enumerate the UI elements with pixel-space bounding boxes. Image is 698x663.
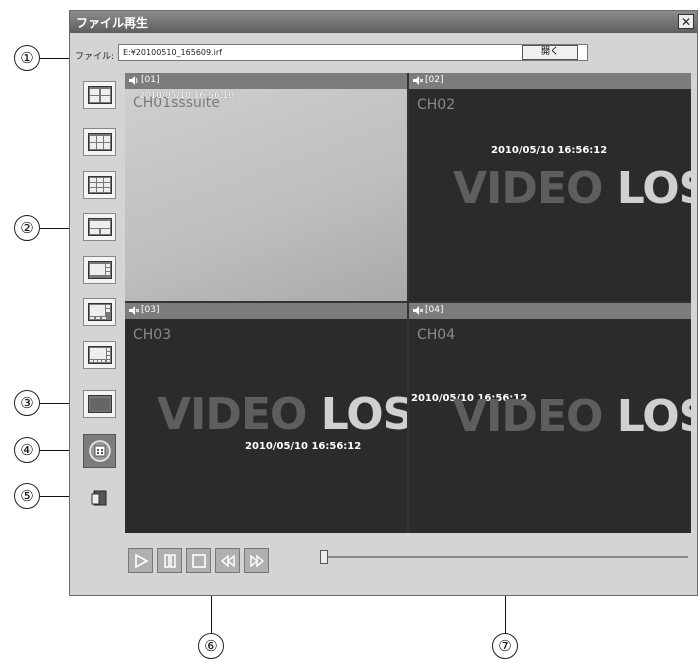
play-button[interactable] — [128, 548, 153, 573]
layout-4-icon — [87, 86, 112, 104]
layout-9-split-button[interactable] — [83, 171, 116, 199]
muted-speaker-icon[interactable] — [412, 75, 424, 89]
camera-feed-2: CH02 2010/05/10 16:56:12 VIDEO LOSS — [409, 89, 691, 301]
panel-number: [04] — [425, 305, 444, 315]
panel-number: [02] — [425, 75, 444, 85]
layout-large-8-button[interactable] — [83, 341, 116, 369]
layout-large-6-icon — [87, 303, 112, 321]
video-panel-4[interactable]: [04] CH04 2010/05/10 16:56:12 VIDEO LOSS — [409, 303, 691, 533]
rewind-icon — [220, 554, 235, 567]
layout-large-8-icon — [87, 346, 112, 364]
fast-forward-button[interactable] — [244, 548, 269, 573]
layout-6-icon — [87, 133, 112, 151]
callout-4: ④ — [14, 437, 40, 463]
panel-header-1: [01] — [125, 73, 407, 89]
file-playback-window: ファイル再生 ✕ ファイル: E:¥20100510_165609.irf 開く — [69, 10, 698, 596]
layout-large-2-button[interactable] — [83, 213, 116, 241]
calendar-icon — [88, 440, 111, 462]
video-panel-3[interactable]: [03] CH03 VIDEO LOSS 2010/05/10 16:56:12 — [125, 303, 407, 533]
panel-header-2: [02] — [409, 73, 691, 89]
video-panel-1[interactable]: [01] CH01sssuite 2010/05/10 16:56:10 — [125, 73, 407, 301]
title-bar: ファイル再生 ✕ — [70, 11, 697, 33]
seek-slider-thumb[interactable] — [320, 550, 328, 564]
stop-icon — [191, 553, 206, 568]
callout-5: ⑤ — [14, 483, 40, 509]
pause-icon — [163, 553, 176, 568]
rewind-button[interactable] — [215, 548, 240, 573]
panel-header-3: [03] — [125, 303, 407, 319]
window-title: ファイル再生 — [76, 16, 149, 30]
close-button[interactable]: ✕ — [678, 14, 694, 29]
layout-large-4-button[interactable] — [83, 256, 116, 284]
play-icon — [134, 553, 149, 568]
timestamp: 2010/05/10 16:56:10 — [139, 91, 235, 101]
channel-label: CH04 — [417, 327, 456, 343]
layout-6-split-button[interactable] — [83, 128, 116, 156]
camera-feed-1: CH01sssuite 2010/05/10 16:56:10 — [125, 89, 407, 301]
video-grid: [01] CH01sssuite 2010/05/10 16:56:10 [02… — [125, 73, 691, 533]
layout-large-6-button[interactable] — [83, 298, 116, 326]
file-label: ファイル: — [75, 52, 115, 62]
layout-4-split-button[interactable] — [83, 81, 116, 109]
callout-3: ③ — [14, 390, 40, 416]
file-path-field[interactable]: E:¥20100510_165609.irf — [118, 44, 588, 61]
callout-7: ⑦ — [492, 633, 518, 659]
muted-speaker-icon[interactable] — [128, 305, 140, 319]
seek-slider-track[interactable] — [320, 556, 688, 558]
open-button[interactable]: 開く — [522, 45, 578, 60]
callout-6: ⑥ — [198, 633, 224, 659]
timestamp: 2010/05/10 16:56:12 — [491, 145, 608, 156]
camera-feed-3: CH03 VIDEO LOSS 2010/05/10 16:56:12 — [125, 319, 407, 533]
pause-button[interactable] — [157, 548, 182, 573]
panel-number: [01] — [141, 75, 160, 85]
layout-large-2-icon — [87, 218, 112, 236]
single-screen-icon — [87, 395, 112, 413]
timestamp: 2010/05/10 16:56:12 — [245, 441, 362, 452]
fast-forward-icon — [249, 554, 264, 567]
video-loss-text: VIDEO LOSS — [157, 389, 407, 440]
video-loss-text: VIDEO LOSS — [453, 163, 691, 214]
speaker-icon[interactable] — [128, 75, 139, 89]
video-loss-text: VIDEO LOSS — [453, 391, 691, 442]
callout-2: ② — [14, 215, 40, 241]
callout-1: ① — [14, 45, 40, 71]
camera-feed-4: CH04 2010/05/10 16:56:12 VIDEO LOSS — [409, 319, 691, 533]
calendar-search-button[interactable] — [83, 434, 116, 468]
exit-icon[interactable] — [91, 490, 107, 506]
panel-header-4: [04] — [409, 303, 691, 319]
layout-9-icon — [87, 176, 112, 194]
video-panel-2[interactable]: [02] CH02 2010/05/10 16:56:12 VIDEO LOSS — [409, 73, 691, 301]
channel-label: CH02 — [417, 97, 456, 113]
panel-number: [03] — [141, 305, 160, 315]
layout-large-4-icon — [87, 261, 112, 279]
channel-label: CH03 — [133, 327, 172, 343]
stop-button[interactable] — [186, 548, 211, 573]
single-screen-button[interactable] — [83, 390, 116, 418]
muted-speaker-icon[interactable] — [412, 305, 424, 319]
